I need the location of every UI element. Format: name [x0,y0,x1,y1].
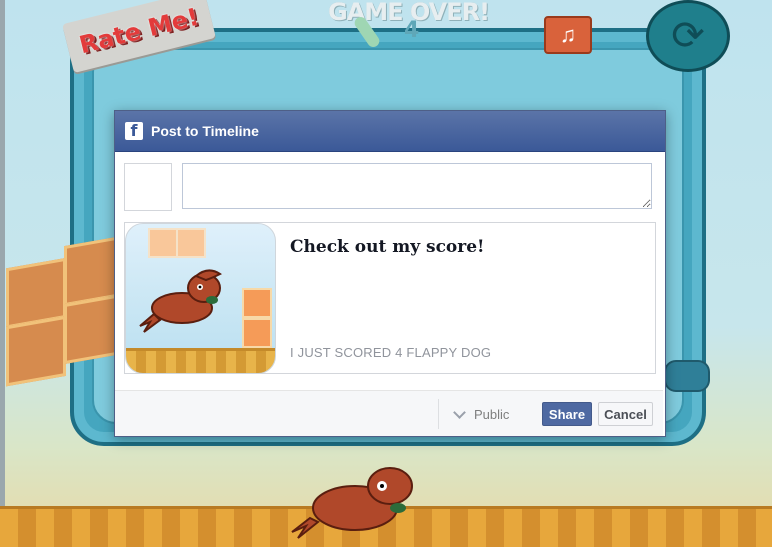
privacy-selector[interactable]: Public [451,404,509,424]
message-input[interactable] [182,163,652,209]
story-preview[interactable]: Check out my score! I JUST SCORED 4 FLAP… [124,222,656,374]
cancel-button[interactable]: Cancel [598,402,653,426]
dialog-footer: Public Share Cancel [115,390,663,436]
footer-divider [438,399,439,429]
dog-character [139,269,222,333]
bone-icon [664,360,710,392]
music-toggle-button[interactable]: ♫ [544,16,592,54]
avatar [124,163,172,211]
share-button[interactable]: Share [542,402,592,426]
pipe-tile [242,318,272,348]
post-to-timeline-dialog: f Post to Timeline Check out my score! I… [114,110,666,437]
replay-icon: ⟳ [671,14,705,58]
pipe-tile [242,288,272,318]
pipe-tile [148,228,178,258]
score-value: 4 [404,18,420,43]
compose-row [124,163,656,211]
pipe-tile [176,228,206,258]
privacy-label: Public [474,406,510,422]
chevron-down-icon [453,405,466,419]
ground-strip [126,348,275,373]
replay-button[interactable]: ⟳ [646,0,730,72]
facebook-logo-icon: f [125,122,143,140]
pipe-tiles [0,217,130,390]
story-caption: I JUST SCORED 4 FLAPPY DOG [290,345,492,360]
dog-character [291,467,413,539]
story-title: Check out my score! [290,237,485,257]
dialog-header: f Post to Timeline [115,111,665,152]
dialog-title: Post to Timeline [151,123,259,139]
music-note-icon: ♫ [559,22,577,47]
story-thumbnail [125,223,276,374]
pipe-tile [6,315,66,387]
